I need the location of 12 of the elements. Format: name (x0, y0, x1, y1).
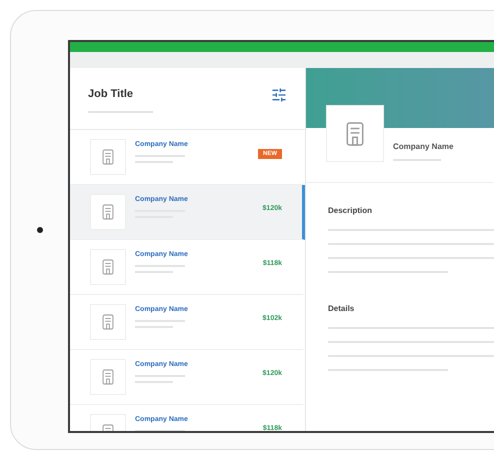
building-icon (101, 368, 115, 386)
section-heading: Description (328, 205, 374, 217)
building-icon (101, 148, 115, 166)
building-icon (344, 120, 366, 148)
company-name: Company Name (393, 141, 454, 153)
placeholder-line (135, 430, 185, 431)
building-icon (101, 258, 115, 276)
filter-icon[interactable] (271, 87, 287, 103)
building-icon (101, 203, 115, 221)
building-icon (101, 313, 115, 331)
job-title-heading: Job Title (88, 87, 134, 102)
section-heading: Details (328, 303, 356, 315)
